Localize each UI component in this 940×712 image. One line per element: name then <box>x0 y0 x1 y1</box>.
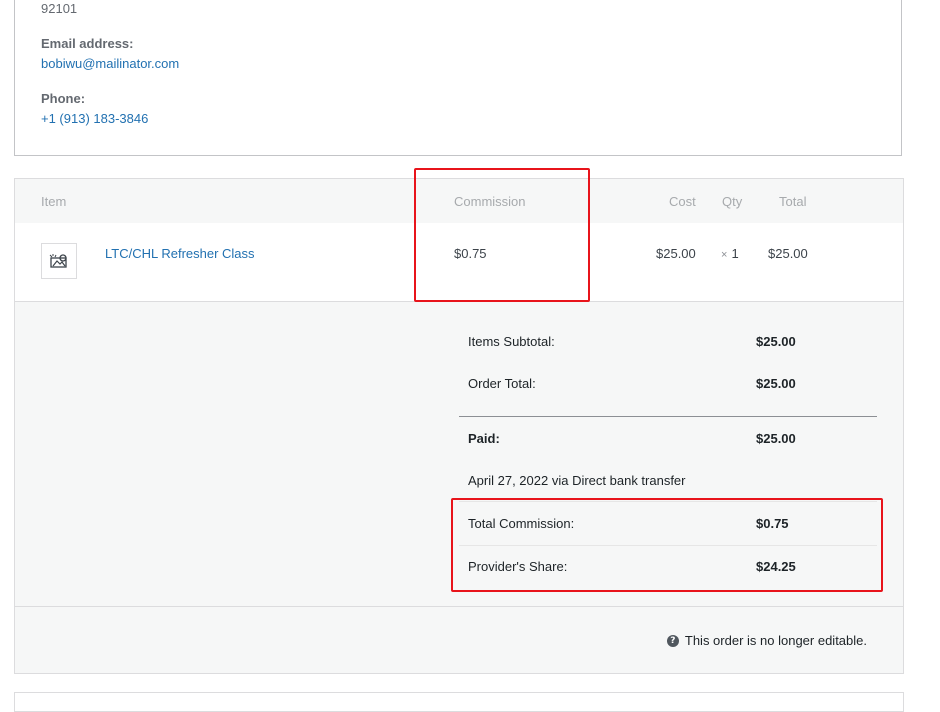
items-subtotal-row: Items Subtotal: $25.00 <box>459 334 877 354</box>
item-qty-value: 1 <box>731 246 739 261</box>
phone-label: Phone: <box>41 91 86 106</box>
phone-link[interactable]: +1 (913) 183-3846 <box>41 111 148 126</box>
paid-value: $25.00 <box>756 431 796 446</box>
header-item: Item <box>41 194 67 209</box>
commission-summary-highlight <box>451 498 883 592</box>
footer-divider <box>15 606 903 607</box>
items-subtotal-value: $25.00 <box>756 334 796 349</box>
product-placeholder-icon <box>41 243 77 279</box>
question-circle-icon[interactable]: ? <box>666 634 679 647</box>
address-zip: 92101 <box>41 1 78 16</box>
header-cost: Cost <box>669 194 696 209</box>
commission-column-highlight <box>414 168 590 302</box>
totals-divider <box>459 416 877 417</box>
paid-row: Paid: $25.00 <box>459 431 877 451</box>
order-total-value: $25.00 <box>756 376 796 391</box>
not-editable-notice: ? This order is no longer editable. <box>666 633 867 648</box>
item-total: $25.00 <box>768 246 808 261</box>
customer-address-card: 92101 Email address: bobiwu@mailinator.c… <box>14 0 902 156</box>
qty-multiplier: × <box>721 249 728 261</box>
email-link[interactable]: bobiwu@mailinator.com <box>41 56 179 71</box>
item-name-link[interactable]: LTC/CHL Refresher Class <box>105 246 255 261</box>
not-editable-text: This order is no longer editable. <box>684 633 867 648</box>
item-qty: × 1 <box>721 246 739 261</box>
item-cost: $25.00 <box>656 246 696 261</box>
payment-note: April 27, 2022 via Direct bank transfer <box>468 473 686 488</box>
header-total: Total <box>779 194 807 209</box>
header-qty: Qty <box>722 194 743 209</box>
next-card-edge <box>14 692 904 712</box>
paid-label: Paid: <box>468 431 500 446</box>
items-subtotal-label: Items Subtotal: <box>468 334 555 349</box>
order-total-label: Order Total: <box>468 376 536 391</box>
order-total-row: Order Total: $25.00 <box>459 376 877 396</box>
email-label: Email address: <box>41 36 134 51</box>
